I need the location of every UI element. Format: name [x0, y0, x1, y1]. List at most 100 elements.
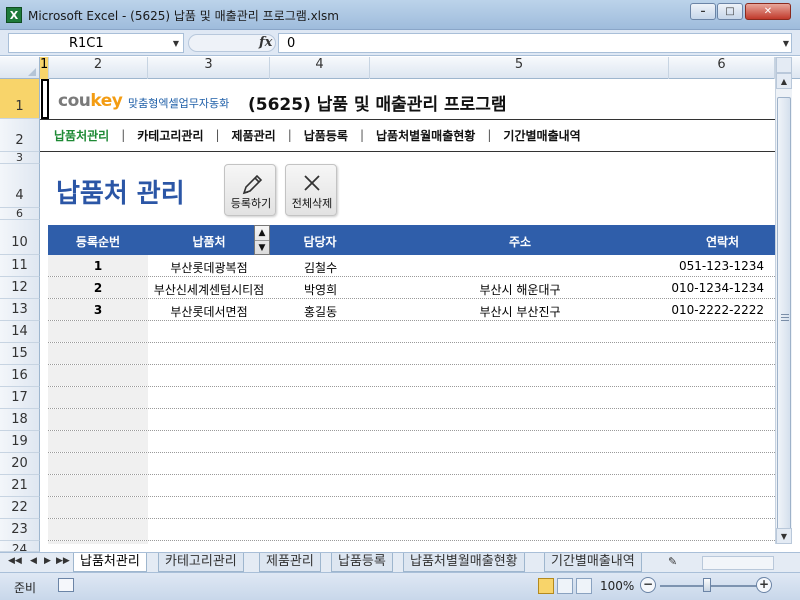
cell-address[interactable]: 부산시 부산진구: [370, 303, 670, 320]
last-sheet-icon[interactable]: ▶▶: [56, 556, 70, 566]
row-header[interactable]: 1: [0, 79, 40, 119]
row-header[interactable]: 15: [0, 343, 40, 365]
scroll-down-icon[interactable]: ▼: [776, 528, 792, 544]
row-header[interactable]: 11: [0, 255, 40, 277]
nav-product-management[interactable]: 제품관리: [232, 127, 276, 144]
table-row-empty[interactable]: [48, 409, 775, 431]
sheet-tab-delivery[interactable]: 납품등록: [331, 553, 393, 572]
row-header[interactable]: 12: [0, 277, 40, 299]
row-header[interactable]: 14: [0, 321, 40, 343]
table-row[interactable]: 1 부산롯데광복점 김철수 051-123-1234: [48, 255, 775, 277]
table-row-empty[interactable]: [48, 431, 775, 453]
cell-phone[interactable]: 051-123-1234: [670, 259, 764, 273]
horizontal-scrollbar[interactable]: [702, 556, 774, 570]
first-sheet-icon[interactable]: ◀◀: [8, 556, 22, 566]
table-row-empty[interactable]: [48, 541, 775, 544]
sort-down-icon[interactable]: ▼: [255, 240, 269, 254]
excel-app-icon[interactable]: X: [6, 7, 22, 23]
row-header[interactable]: 22: [0, 497, 40, 519]
column-header[interactable]: 5: [370, 57, 669, 79]
row-header[interactable]: 18: [0, 409, 40, 431]
sort-up-icon[interactable]: ▲: [255, 226, 269, 240]
row-header[interactable]: 3: [0, 152, 40, 164]
sheet-tab-period-sales[interactable]: 기간별매출내역: [544, 553, 642, 572]
macro-record-icon[interactable]: [58, 578, 74, 592]
table-row-empty[interactable]: [48, 387, 775, 409]
row-header[interactable]: 13: [0, 299, 40, 321]
cell-phone[interactable]: 010-1234-1234: [670, 281, 764, 295]
next-sheet-icon[interactable]: ▶: [44, 556, 51, 566]
insert-sheet-icon[interactable]: ✎: [668, 555, 677, 568]
table-row-empty[interactable]: [48, 519, 775, 541]
cell-reg-no[interactable]: 2: [48, 281, 148, 295]
column-header[interactable]: 4: [270, 57, 370, 79]
sort-spinner[interactable]: ▲ ▼: [254, 225, 270, 255]
cell-vendor[interactable]: 부산신세계센텀시티점: [148, 281, 270, 298]
maximize-button[interactable]: □: [717, 3, 743, 20]
nav-category-management[interactable]: 카테고리관리: [137, 127, 203, 144]
column-header[interactable]: 2: [49, 57, 148, 79]
insert-function-icon[interactable]: fx: [259, 35, 272, 50]
row-header[interactable]: 24: [0, 541, 40, 552]
sheet-tab-product[interactable]: 제품관리: [259, 553, 321, 572]
normal-view-icon[interactable]: [538, 578, 554, 594]
cell-manager[interactable]: 홍길동: [304, 303, 337, 320]
prev-sheet-icon[interactable]: ◀: [30, 556, 37, 566]
table-row[interactable]: 2 부산신세계센텀시티점 박영희 부산시 해운대구 010-1234-1234: [48, 277, 775, 299]
cell-vendor[interactable]: 부산롯데서면점: [148, 303, 270, 320]
nav-delivery-registration[interactable]: 납품등록: [304, 127, 348, 144]
vertical-scrollbar[interactable]: ▲ ▼: [775, 57, 792, 544]
table-row-empty[interactable]: [48, 453, 775, 475]
name-box[interactable]: R1C1 ▼: [8, 33, 184, 53]
cell-vendor[interactable]: 부산롯데광복점: [148, 259, 270, 276]
cell-address[interactable]: 부산시 해운대구: [370, 281, 670, 298]
row-header[interactable]: 21: [0, 475, 40, 497]
scroll-thumb[interactable]: [777, 97, 791, 537]
row-header[interactable]: 2: [0, 119, 40, 152]
row-header[interactable]: 6: [0, 208, 40, 220]
cell-manager[interactable]: 김철수: [304, 259, 337, 276]
register-button[interactable]: 등록하기: [224, 164, 276, 216]
table-row[interactable]: 3 부산롯데서면점 홍길동 부산시 부산진구 010-2222-2222: [48, 299, 775, 321]
scroll-up-icon[interactable]: ▲: [776, 73, 792, 89]
column-header[interactable]: 3: [148, 57, 270, 79]
nav-monthly-sales-by-vendor[interactable]: 납품처별월매출현황: [376, 127, 475, 144]
close-button[interactable]: ✕: [745, 3, 791, 20]
page-layout-view-icon[interactable]: [557, 578, 573, 594]
row-header[interactable]: 20: [0, 453, 40, 475]
zoom-slider-thumb[interactable]: [703, 578, 711, 592]
table-row-empty[interactable]: [48, 343, 775, 365]
row-header[interactable]: 19: [0, 431, 40, 453]
worksheet-grid[interactable]: coukey 맞춤형엑셀업무자동화 (5625) 납품 및 매출관리 프로그램 …: [40, 79, 775, 544]
row-header[interactable]: 4: [0, 164, 40, 208]
minimize-button[interactable]: –: [690, 3, 716, 20]
zoom-out-button[interactable]: −: [640, 577, 656, 593]
column-header[interactable]: 1: [40, 57, 49, 79]
sheet-tab-vendor[interactable]: 납품처관리: [73, 553, 147, 572]
page-break-view-icon[interactable]: [576, 578, 592, 594]
nav-sales-by-period[interactable]: 기간별매출내역: [503, 127, 580, 144]
split-box[interactable]: [776, 57, 792, 73]
row-header[interactable]: 23: [0, 519, 40, 541]
sheet-tab-monthly-sales[interactable]: 납품처별월매출현황: [403, 553, 525, 572]
delete-all-button[interactable]: 전체삭제: [285, 164, 337, 216]
cell-reg-no[interactable]: 1: [48, 259, 148, 273]
column-header[interactable]: 6: [669, 57, 775, 79]
active-cell[interactable]: [41, 79, 49, 119]
zoom-in-button[interactable]: +: [756, 577, 772, 593]
table-row-empty[interactable]: [48, 321, 775, 343]
sheet-tab-category[interactable]: 카테고리관리: [158, 553, 244, 572]
row-header[interactable]: 16: [0, 365, 40, 387]
table-row-empty[interactable]: [48, 475, 775, 497]
formula-input[interactable]: 0 ▼: [278, 33, 792, 53]
table-row-empty[interactable]: [48, 497, 775, 519]
cell-phone[interactable]: 010-2222-2222: [670, 303, 764, 317]
row-header[interactable]: 10: [0, 220, 40, 255]
table-row-empty[interactable]: [48, 365, 775, 387]
cell-manager[interactable]: 박영희: [304, 281, 337, 298]
cell-reg-no[interactable]: 3: [48, 303, 148, 317]
row-header[interactable]: 17: [0, 387, 40, 409]
select-all-corner[interactable]: [0, 57, 40, 79]
zoom-level[interactable]: 100%: [600, 579, 634, 593]
chevron-down-icon[interactable]: ▼: [173, 39, 179, 48]
